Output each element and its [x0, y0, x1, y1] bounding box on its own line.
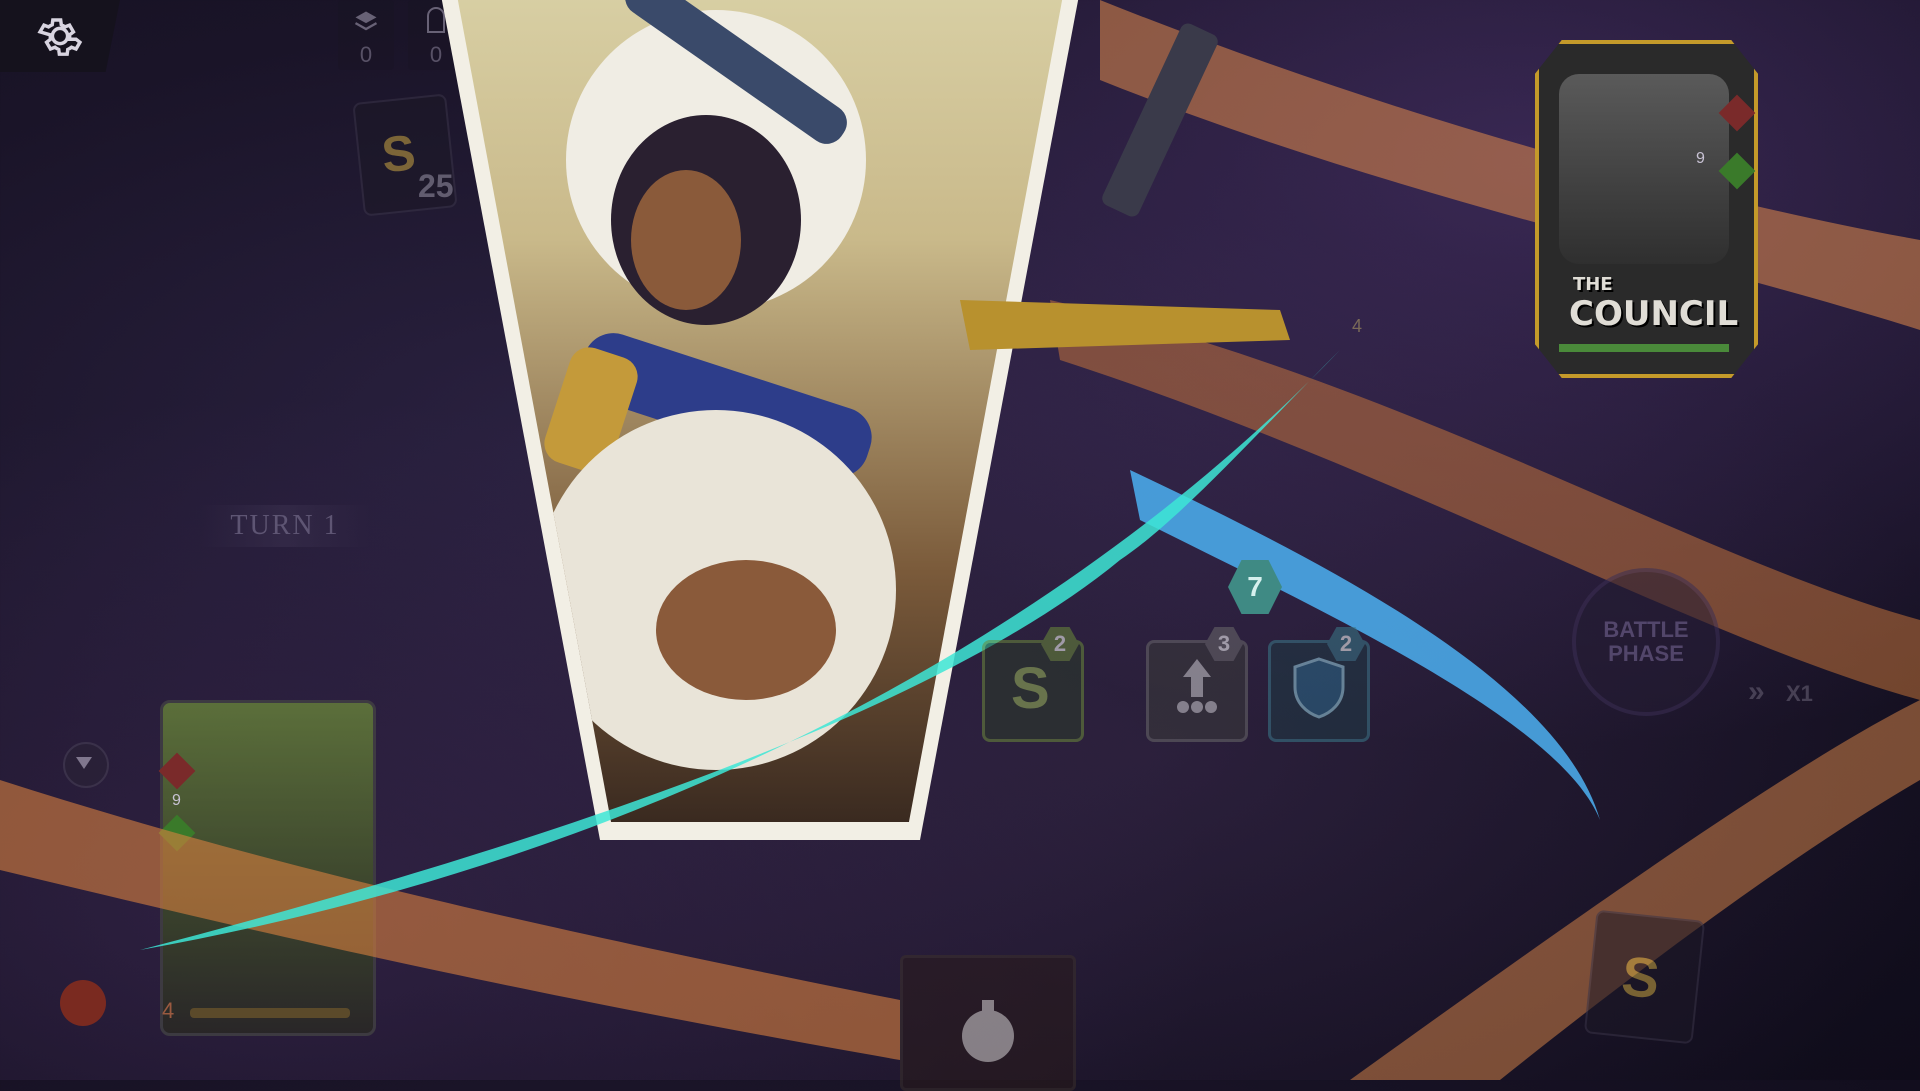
- action-shield-card[interactable]: 2: [1268, 627, 1370, 742]
- battle-label-line2: PHASE: [1608, 641, 1684, 666]
- shield-icon: [1293, 657, 1345, 719]
- opponent-title-line1: THE: [1573, 274, 1613, 295]
- opponent-deck-s-icon: S: [1618, 943, 1663, 1011]
- opponent-hp-bar: [1559, 344, 1729, 352]
- bomb-icon: [962, 1000, 1014, 1062]
- fast-forward-icon: »: [1748, 675, 1765, 708]
- swap-s-icon: S: [1011, 656, 1050, 721]
- opponent-badge-value: 4: [1352, 316, 1363, 336]
- opponent-card[interactable]: THE COUNCIL: [1535, 40, 1758, 378]
- battle-label-line1: BATTLE: [1603, 617, 1689, 642]
- battle-phase-button[interactable]: BATTLE PHASE: [1572, 568, 1720, 716]
- action-rally-card[interactable]: 3: [1146, 627, 1248, 742]
- opponent-portrait: [1559, 74, 1729, 264]
- speed-label: X1: [1786, 681, 1813, 706]
- action-swap-card[interactable]: S 2: [982, 627, 1084, 742]
- speed-toggle[interactable]: » X1: [1748, 665, 1838, 713]
- opponent-deck: S: [1583, 909, 1706, 1045]
- opponent-title-line2: COUNCIL: [1569, 294, 1739, 334]
- rally-arrow-icon: [1177, 659, 1217, 713]
- opponent-defense-value: 9: [1696, 150, 1705, 167]
- item-card-bomb[interactable]: [900, 955, 1076, 1091]
